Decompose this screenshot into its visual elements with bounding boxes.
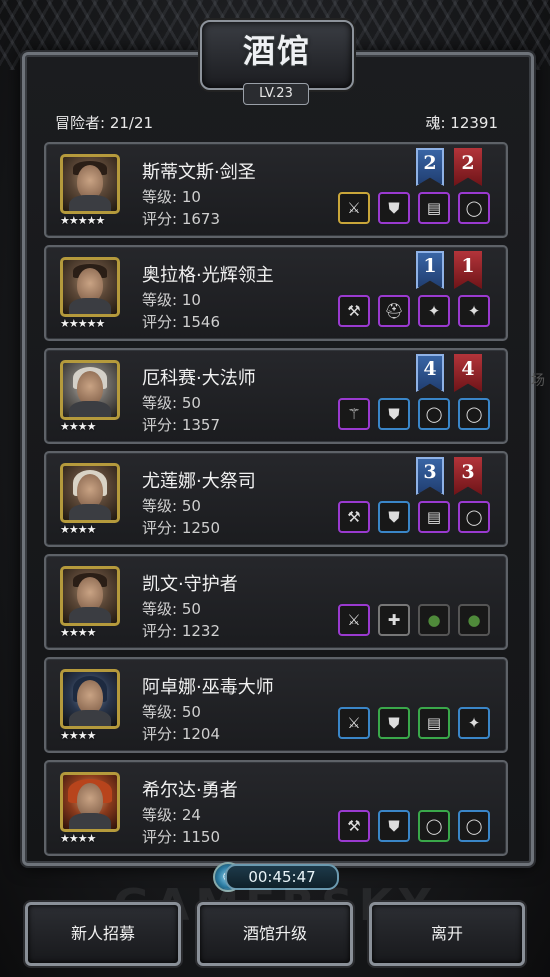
soul-count: 魂: 12391 (425, 114, 498, 132)
refresh-timer: 00:45:47 (225, 864, 339, 890)
scroll-icon[interactable]: ▤ (418, 192, 450, 224)
ring-icon[interactable]: ◯ (418, 398, 450, 430)
helmet-icon[interactable]: ⛑ (378, 295, 410, 327)
hero-score: 评分: 1150 (142, 828, 220, 846)
hero-level: 等级: 50 (142, 600, 201, 618)
empty-slot-icon[interactable]: ● (418, 604, 450, 636)
hero-score: 评分: 1232 (142, 622, 220, 640)
hero-name: 奥拉格·光辉领主 (142, 265, 274, 286)
empty-armor-slot-icon[interactable]: ✚ (378, 604, 410, 636)
empty-slot-icon[interactable]: ● (458, 604, 490, 636)
rank-ribbon-red: 2 (454, 148, 482, 186)
hero-portrait[interactable] (60, 566, 120, 626)
star-rating: ★★★★ (60, 523, 96, 536)
rank-ribbon-blue: 4 (416, 354, 444, 392)
side-text: 场 (531, 373, 545, 389)
ring-icon[interactable]: ◯ (458, 810, 490, 842)
recruit-button[interactable]: 新人招募 (25, 902, 181, 966)
hero-portrait[interactable] (60, 360, 120, 420)
hero-score: 评分: 1546 (142, 313, 220, 331)
hero-name: 尤莲娜·大祭司 (142, 471, 256, 492)
hero-portrait[interactable] (60, 669, 120, 729)
ring-icon[interactable]: ◯ (458, 192, 490, 224)
hero-name: 斯蒂文斯·剑圣 (142, 162, 256, 183)
hero-level: 等级: 50 (142, 497, 201, 515)
hero-score: 评分: 1673 (142, 210, 220, 228)
hero-level: 等级: 50 (142, 703, 201, 721)
hero-level: 等级: 10 (142, 291, 201, 309)
title-plate: 酒馆 (200, 20, 354, 90)
armor-icon[interactable]: ⛊ (378, 398, 410, 430)
hero-score: 评分: 1250 (142, 519, 220, 537)
hero-score: 评分: 1204 (142, 725, 220, 743)
amulet-icon[interactable]: ✦ (458, 295, 490, 327)
rank-ribbon-red: 4 (454, 354, 482, 392)
scroll-icon[interactable]: ▤ (418, 707, 450, 739)
hero-card[interactable]: ★★★★★ 奥拉格·光辉领主 等级: 10 评分: 1546 1 1 ⚒ ⛑ ✦ ✦ (44, 245, 508, 341)
armor-icon[interactable]: ⛊ (378, 810, 410, 842)
scroll-icon[interactable]: ▤ (418, 501, 450, 533)
star-rating: ★★★★★ (60, 214, 105, 227)
armor-icon[interactable]: ⛊ (378, 192, 410, 224)
sword-icon[interactable]: ⚔ (338, 604, 370, 636)
tavern-level-badge: LV.23 (243, 83, 309, 105)
hero-card[interactable]: ★★★★ 阿卓娜·巫毒大师 等级: 50 评分: 1204 ⚔ ⛊ ▤ ✦ (44, 657, 508, 753)
hero-name: 阿卓娜·巫毒大师 (142, 677, 274, 698)
armor-icon[interactable]: ⛊ (378, 707, 410, 739)
staff-icon[interactable]: ⚚ (338, 398, 370, 430)
star-rating: ★★★★ (60, 420, 96, 433)
rank-ribbon-blue: 2 (416, 148, 444, 186)
hero-portrait[interactable] (60, 257, 120, 317)
hero-card[interactable]: ★★★★★ 斯蒂文斯·剑圣 等级: 10 评分: 1673 2 2 ⚔ ⛊ ▤ ◯ (44, 142, 508, 238)
leave-button[interactable]: 离开 (369, 902, 525, 966)
sword-icon[interactable]: ⚔ (338, 192, 370, 224)
hero-level: 等级: 24 (142, 806, 201, 824)
star-rating: ★★★★ (60, 626, 96, 639)
hero-card[interactable]: ★★★★ 凯文·守护者 等级: 50 评分: 1232 ⚔ ✚ ● ● (44, 554, 508, 650)
hero-level: 等级: 10 (142, 188, 201, 206)
upgrade-tavern-button[interactable]: 酒馆升级 (197, 902, 353, 966)
hero-name: 厄科赛·大法师 (142, 368, 256, 389)
hero-name: 希尔达·勇者 (142, 780, 238, 801)
star-rating: ★★★★ (60, 729, 96, 742)
star-rating: ★★★★★ (60, 317, 105, 330)
hero-score: 评分: 1357 (142, 416, 220, 434)
rank-ribbon-red: 1 (454, 251, 482, 289)
amulet-icon[interactable]: ✦ (458, 707, 490, 739)
hero-name: 凯文·守护者 (142, 574, 238, 595)
page-title: 酒馆 (242, 32, 311, 70)
amulet-icon[interactable]: ✦ (418, 295, 450, 327)
hero-portrait[interactable] (60, 154, 120, 214)
rank-ribbon-blue: 3 (416, 457, 444, 495)
hero-portrait[interactable] (60, 463, 120, 523)
armor-icon[interactable]: ⛊ (378, 501, 410, 533)
hero-portrait[interactable] (60, 772, 120, 832)
rank-ribbon-red: 3 (454, 457, 482, 495)
hammer-icon[interactable]: ⚒ (338, 501, 370, 533)
hero-card[interactable]: ★★★★ 尤莲娜·大祭司 等级: 50 评分: 1250 3 3 ⚒ ⛊ ▤ ◯ (44, 451, 508, 547)
hero-level: 等级: 50 (142, 394, 201, 412)
star-rating: ★★★★ (60, 832, 96, 845)
adventurer-count: 冒险者: 21/21 (55, 114, 154, 132)
ring-icon[interactable]: ◯ (418, 810, 450, 842)
rank-ribbon-blue: 1 (416, 251, 444, 289)
hammer-icon[interactable]: ⚒ (338, 295, 370, 327)
axe-icon[interactable]: ⚒ (338, 810, 370, 842)
dagger-icon[interactable]: ⚔ (338, 707, 370, 739)
hero-card[interactable]: ★★★★ 厄科赛·大法师 等级: 50 评分: 1357 4 4 ⚚ ⛊ ◯ ◯ (44, 348, 508, 444)
ring-icon[interactable]: ◯ (458, 398, 490, 430)
ring-icon[interactable]: ◯ (458, 501, 490, 533)
hero-card[interactable]: ★★★★ 希尔达·勇者 等级: 24 评分: 1150 ⚒ ⛊ ◯ ◯ (44, 760, 508, 856)
